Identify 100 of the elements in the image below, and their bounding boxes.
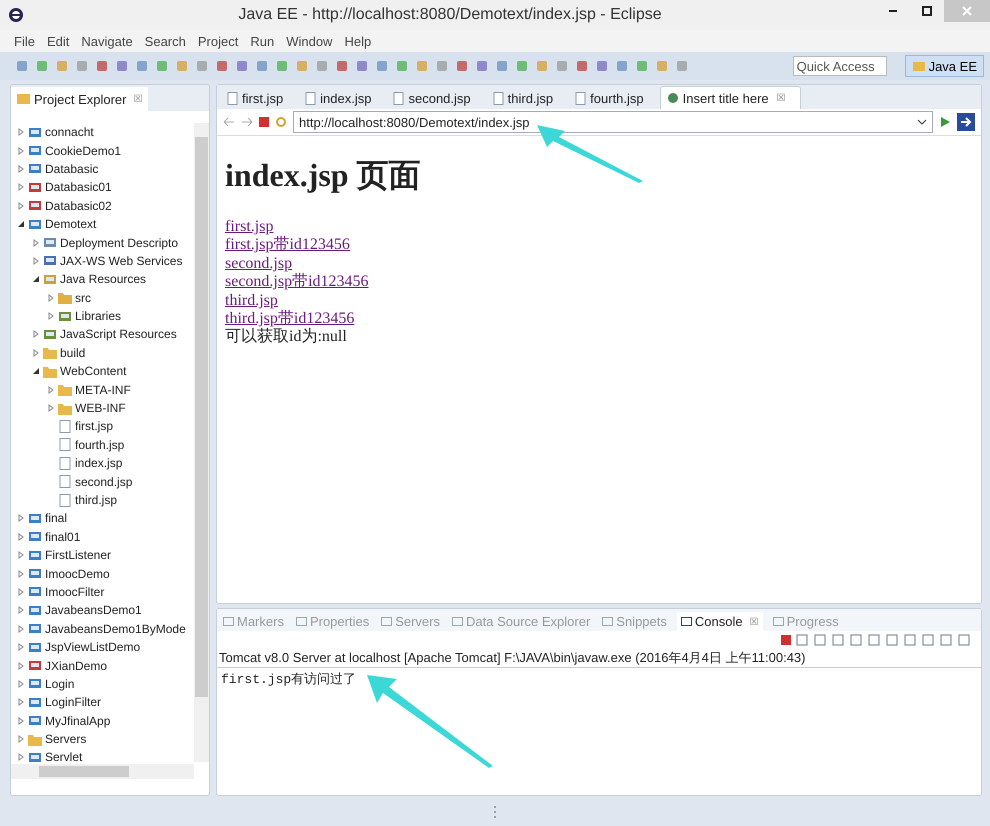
expander-icon[interactable] <box>17 220 25 228</box>
scrollbar[interactable] <box>194 123 209 762</box>
menu-item[interactable]: Window <box>286 34 332 48</box>
file-icon <box>58 420 72 433</box>
quick-access-field[interactable]: Quick Access <box>792 56 887 76</box>
square-icon <box>515 59 529 73</box>
tree-item[interactable]: Databasic02 <box>11 196 194 215</box>
view-tab[interactable]: Project Explorer ☒ <box>11 87 148 111</box>
tree-item[interactable]: JAX-WS Web Services <box>11 252 194 270</box>
console-tool-icon[interactable] <box>795 633 809 647</box>
tree-item[interactable]: Demotext <box>11 214 194 234</box>
editor-tab[interactable]: fourth.jsp <box>569 87 658 109</box>
back-icon[interactable] <box>223 117 235 127</box>
view-tab[interactable]: Console ☒ <box>676 612 763 631</box>
tree-item[interactable]: ImoocDemo <box>11 564 194 583</box>
tree-item[interactable]: FirstListener <box>11 546 194 564</box>
tree-item[interactable]: WEB-INF <box>11 398 194 418</box>
editor-tab[interactable]: second.jsp <box>387 87 485 109</box>
tree-item[interactable]: MyJfinalApp <box>11 712 194 730</box>
tree-item[interactable]: LoginFilter <box>11 693 194 712</box>
tree-item[interactable]: Databasic <box>11 160 194 178</box>
project-icon <box>28 677 42 690</box>
expander-icon[interactable] <box>32 275 40 284</box>
tree-item[interactable]: index.jsp <box>11 454 194 472</box>
editor-tab[interactable]: first.jsp <box>221 87 298 109</box>
refresh-icon[interactable] <box>275 116 287 128</box>
menu-item[interactable]: Search <box>144 34 186 48</box>
menu-item[interactable]: Edit <box>46 34 70 48</box>
expander-icon[interactable] <box>32 367 40 376</box>
dropdown-icon <box>917 119 927 125</box>
project-icon <box>43 328 57 341</box>
tree-item[interactable]: Libraries <box>11 306 194 326</box>
project-icon <box>28 659 42 672</box>
page-link[interactable]: first.jsp <box>225 218 274 235</box>
tree-item[interactable]: final01 <box>11 528 194 546</box>
square-icon <box>335 59 349 73</box>
square-icon <box>455 59 469 73</box>
close-icon <box>961 5 973 17</box>
square-icon <box>575 59 589 73</box>
square-icon <box>75 59 89 73</box>
page-link[interactable]: first.jsp带id123456 <box>225 236 350 254</box>
scrollbar[interactable] <box>11 764 194 779</box>
tree-item[interactable]: CookieDemo1 <box>11 141 194 160</box>
menu-item[interactable]: Navigate <box>81 34 133 48</box>
page-link[interactable]: second.jsp <box>225 254 292 272</box>
square-icon <box>115 59 129 73</box>
tree-item[interactable]: build <box>11 344 194 362</box>
square-icon <box>675 59 689 73</box>
tree-item[interactable]: final <box>11 509 194 528</box>
tree-item[interactable]: JspViewListDemo <box>11 638 194 656</box>
tree-item[interactable]: Java Resources <box>11 270 194 289</box>
tree-item[interactable]: second.jsp <box>11 472 194 491</box>
tree-item[interactable]: ImoocFilter <box>11 582 194 602</box>
project-icon <box>28 218 42 231</box>
console-tool-icon[interactable] <box>849 633 863 647</box>
tree-item[interactable]: JXianDemo <box>11 656 194 675</box>
tree-item[interactable]: first.jsp <box>11 417 194 436</box>
console-tool-icon[interactable] <box>831 633 845 647</box>
tree-item[interactable]: Login <box>11 674 194 694</box>
tree-item[interactable]: Databasic01 <box>11 178 194 197</box>
menu-item[interactable]: Run <box>250 34 274 48</box>
page-link[interactable]: third.jsp带id123456 <box>225 310 354 328</box>
menu-item[interactable]: Help <box>344 34 372 48</box>
page-link[interactable]: second.jsp带id123456 <box>225 273 369 290</box>
tree-item[interactable]: JavaScript Resources <box>11 325 194 344</box>
file-icon <box>58 438 72 452</box>
console-tool-icon[interactable] <box>885 633 899 647</box>
console-tool-icon[interactable] <box>903 633 917 647</box>
console-tool-icon[interactable] <box>957 633 971 647</box>
tree-item[interactable]: JavabeansDemo1ByMode <box>11 620 194 638</box>
project-icon <box>43 254 57 268</box>
editor-tab[interactable]: Insert title here ☒ <box>660 86 801 109</box>
project-icon <box>43 236 57 250</box>
tree-item[interactable]: Servers <box>11 730 194 748</box>
tree-item[interactable]: WebContent <box>11 362 194 380</box>
tree-item[interactable]: connacht <box>11 123 194 142</box>
console-tool-icon[interactable] <box>939 633 953 647</box>
tree-item[interactable]: fourth.jsp <box>11 436 194 454</box>
browser-icon[interactable] <box>957 113 975 131</box>
file-icon <box>393 92 404 104</box>
grip-icon <box>493 805 497 819</box>
tree-item[interactable]: third.jsp <box>11 490 194 510</box>
console-tool-icon[interactable] <box>921 633 935 647</box>
console-tool-icon[interactable] <box>867 633 881 647</box>
tree-item[interactable]: Deployment Descripto <box>11 233 194 252</box>
tree-item[interactable]: META-INF <box>11 380 194 399</box>
page-link[interactable]: third.jsp <box>225 292 278 309</box>
editor-tab[interactable]: index.jsp <box>299 87 386 109</box>
menu-item[interactable]: Project <box>198 34 238 48</box>
tree-item[interactable]: src <box>11 288 194 307</box>
forward-icon[interactable] <box>241 117 253 127</box>
url-field[interactable]: http://localhost:8080/Demotext/index.jsp <box>293 111 933 133</box>
console-tool-icon[interactable] <box>813 633 827 647</box>
tree-item[interactable]: Servlet <box>11 748 194 767</box>
tree-item[interactable]: JavabeansDemo1 <box>11 601 194 620</box>
go-icon[interactable] <box>939 116 951 128</box>
menu-item[interactable]: File <box>14 34 35 48</box>
square-icon <box>495 59 509 73</box>
perspective-button[interactable]: Java EE <box>904 55 984 77</box>
editor-tab[interactable]: third.jsp <box>486 87 568 109</box>
